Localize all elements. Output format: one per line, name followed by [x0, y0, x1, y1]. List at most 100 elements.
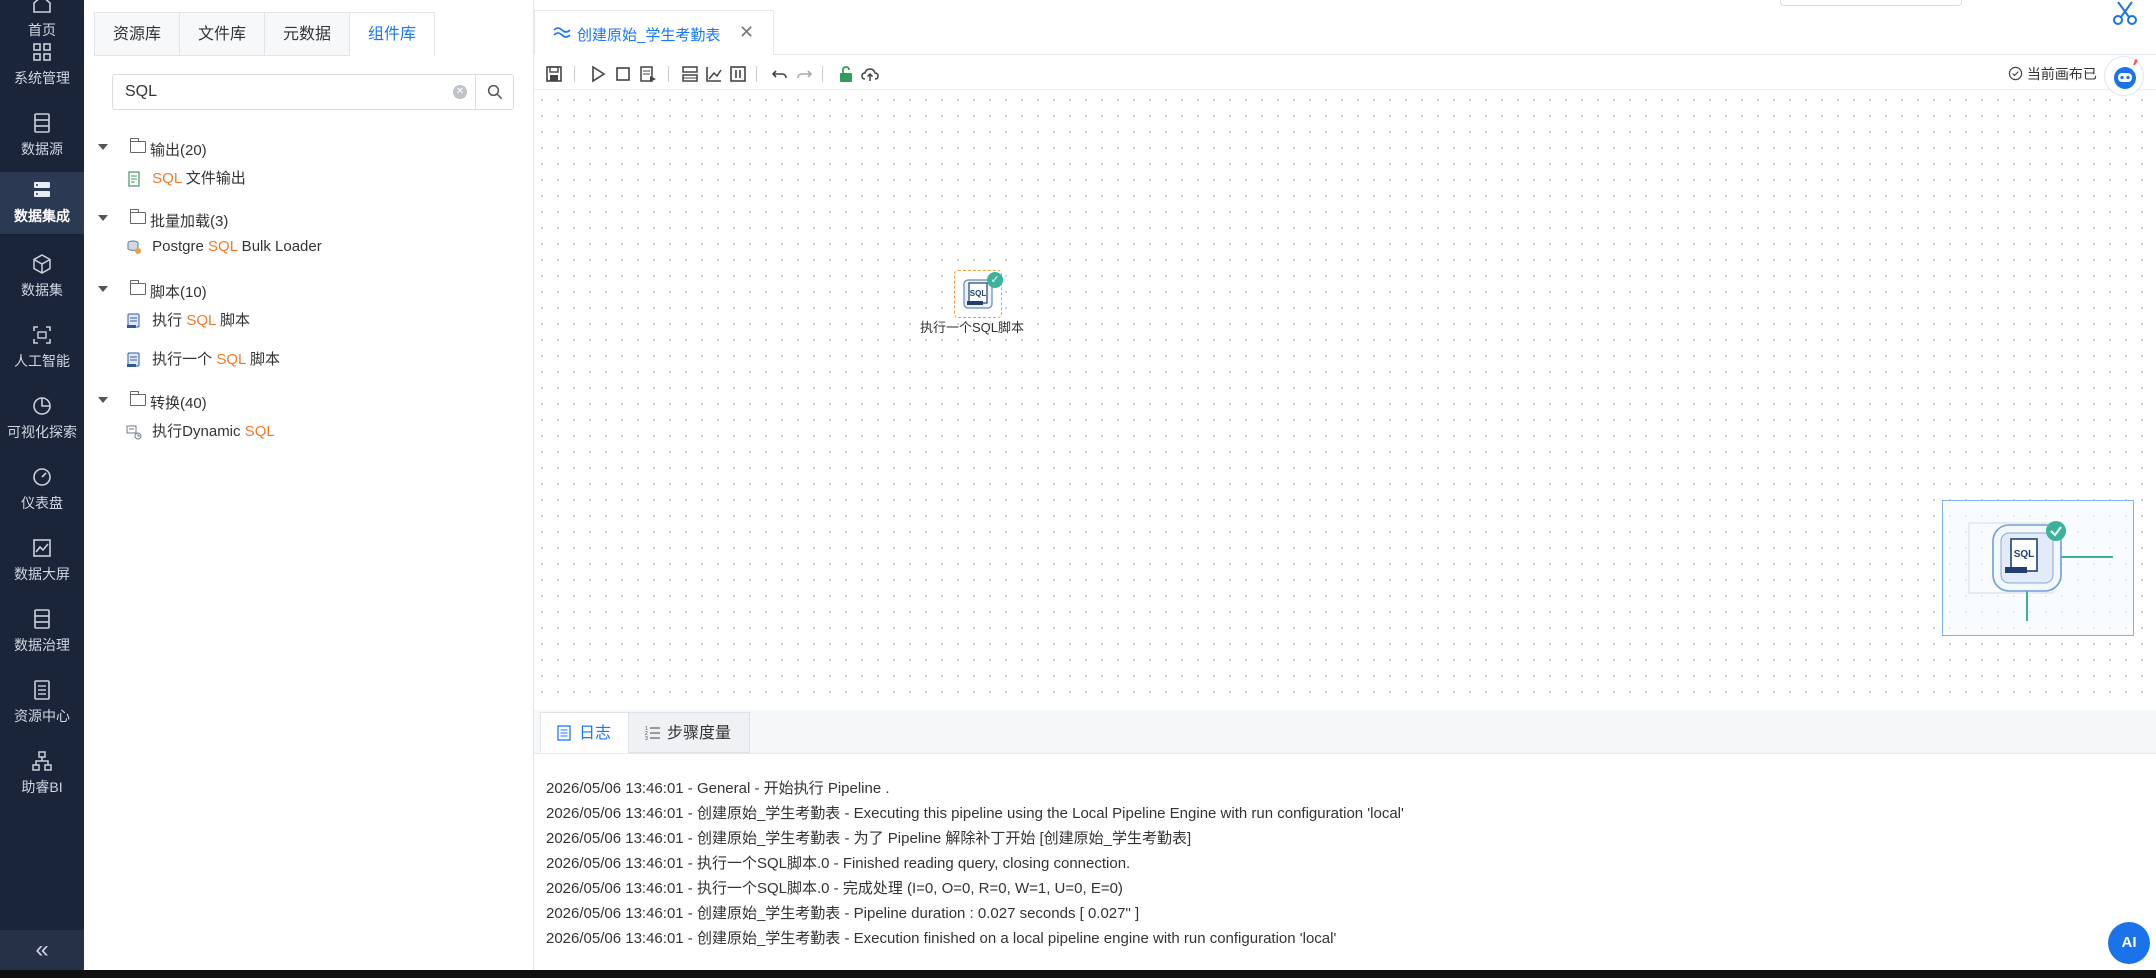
document-tabs: 创建原始_学生考勤表 ✕ [534, 10, 2156, 55]
tree-leaf-postgre-bulk-loader[interactable]: Postgre SQL Bulk Loader [126, 238, 322, 264]
svg-text:3: 3 [645, 736, 648, 741]
leaf-label-pre: Postgre [152, 238, 209, 255]
log-icon [557, 725, 571, 741]
tab-log-label: 日志 [579, 725, 612, 742]
database-icon [34, 113, 50, 133]
org-tree-icon [32, 751, 52, 771]
nav-item-resource-center[interactable]: 资源中心 [0, 672, 84, 734]
save-icon[interactable] [544, 64, 564, 84]
redo-icon[interactable] [794, 64, 814, 84]
chevron-down-icon[interactable] [98, 286, 108, 292]
folder-icon [130, 280, 146, 295]
nav-item-bigscreen[interactable]: 数据大屏 [0, 530, 84, 592]
leaf-label-post: 脚本 [215, 312, 250, 329]
ai-button[interactable]: AI [2108, 922, 2150, 964]
leaf-label-highlight: SQL [244, 423, 275, 440]
pipeline-icon [553, 27, 571, 38]
search-icon [487, 84, 503, 100]
tree-group-label: 输出(20) [150, 142, 207, 159]
pipeline-canvas[interactable]: SQL ✓ 执行一个SQL脚本 SQL [534, 92, 2156, 704]
canvas-status-label: 当前画布已 [2026, 66, 2097, 82]
tree-leaf-sql-file-output[interactable]: SQL 文件输出 [126, 167, 246, 193]
minimap-icon-text: SQL [2014, 549, 2035, 560]
run-icon[interactable] [588, 64, 608, 84]
close-icon[interactable]: ✕ [739, 22, 754, 43]
list-box-icon [34, 609, 50, 629]
tree-leaf-exec-dynamic-sql[interactable]: 执行Dynamic SQL [126, 420, 275, 446]
metrics-icon[interactable] [704, 64, 724, 84]
gauge-icon [33, 468, 51, 486]
leaf-label-highlight: SQL [216, 351, 246, 368]
search-button[interactable] [475, 75, 513, 109]
app-root: 首页 系统管理 数据源 数据集成 数据集 人工智能 可视化探索 仪表盘 数据大屏… [0, 0, 2156, 978]
chevron-down-icon[interactable] [98, 144, 108, 150]
canvas-minimap[interactable]: SQL [1942, 500, 2134, 636]
chevron-down-icon[interactable] [98, 215, 108, 221]
pipeline-step-label: 执行一个SQL脚本 [920, 320, 1025, 335]
undo-icon[interactable] [770, 64, 790, 84]
nav-item-datasource[interactable]: 数据源 [0, 105, 84, 167]
nav-item-bi[interactable]: 助睿BI [0, 743, 84, 805]
assistant-button[interactable] [2104, 56, 2144, 96]
minimap-step-icon: SQL [1968, 521, 2113, 621]
leaf-label-highlight: SQL [152, 170, 182, 187]
search-input[interactable] [113, 75, 475, 109]
leaf-label-pre: 执行Dynamic [152, 423, 245, 440]
ai-scan-icon [33, 326, 51, 344]
tab-metadata[interactable]: 元数据 [264, 12, 350, 56]
chat-assistant-icon [2114, 59, 2138, 89]
leaf-label-post: 文件输出 [181, 170, 246, 187]
nav-item-dataset[interactable]: 数据集 [0, 246, 84, 308]
clear-icon[interactable]: ✕ [453, 85, 467, 99]
nav-collapse-button[interactable]: « [0, 930, 84, 970]
step-icon-text: SQL [970, 289, 987, 298]
leaf-label-highlight: SQL [186, 312, 216, 329]
tab-log[interactable]: 日志 [540, 712, 631, 753]
scissors-icon[interactable] [2112, 0, 2138, 26]
tab-component-repo[interactable]: 组件库 [349, 12, 436, 56]
grid-view-icon[interactable] [728, 64, 748, 84]
nav-item-ai[interactable]: 人工智能 [0, 317, 84, 379]
stop-icon[interactable] [613, 64, 633, 84]
tree-leaf-exec-sql-script[interactable]: 执行 SQL 脚本 [126, 309, 250, 335]
script-icon [127, 313, 140, 329]
nav-item-label: 人工智能 [14, 353, 70, 369]
folder-icon [130, 391, 146, 406]
doc-tab-pipeline[interactable]: 创建原始_学生考勤表 ✕ [534, 10, 774, 55]
canvas-status: 当前画布已 [2008, 64, 2097, 84]
nav-item-visual-explore[interactable]: 可视化探索 [0, 388, 84, 450]
tree-group-label: 批量加载(3) [150, 213, 229, 230]
panel-tabs: 资源库 文件库 元数据 组件库 [94, 12, 436, 56]
nav-item-system[interactable]: 系统管理 [0, 34, 84, 96]
top-search-box[interactable] [1780, 0, 1962, 6]
log-tabs: 日志 123 步骤度量 [534, 710, 2156, 754]
unlock-icon[interactable] [836, 64, 856, 84]
pie-icon [33, 397, 51, 415]
bulk-loader-icon [127, 240, 141, 255]
leaf-label-post: Bulk Loader [237, 238, 322, 255]
pipeline-editor: 创建原始_学生考勤表 ✕ 当前画布已 SQL ✓ 执行一个SQL脚本 SQL 日… [534, 0, 2156, 970]
line-chart-icon [33, 539, 51, 557]
numbered-list-icon: 123 [645, 726, 660, 741]
nav-item-integration[interactable]: 数据集成 [0, 172, 84, 234]
nav-item-label: 助睿BI [21, 779, 63, 795]
preview-icon[interactable] [638, 64, 658, 84]
chevron-down-icon[interactable] [98, 397, 108, 403]
tree-leaf-exec-one-sql-script[interactable]: 执行一个 SQL 脚本 [126, 348, 280, 374]
nav-item-dashboard[interactable]: 仪表盘 [0, 459, 84, 521]
tab-file-repo[interactable]: 文件库 [179, 12, 265, 56]
toolbar-divider [822, 66, 823, 82]
nav-item-label: 可视化探索 [7, 424, 77, 440]
bottom-edge [0, 970, 2156, 978]
tree-group-label: 脚本(10) [150, 284, 207, 301]
nav-item-governance[interactable]: 数据治理 [0, 601, 84, 663]
book-icon [34, 680, 50, 700]
tab-step-metrics[interactable]: 123 步骤度量 [628, 712, 751, 753]
home-icon [33, 0, 51, 13]
nav-item-label: 系统管理 [14, 70, 70, 86]
upload-cloud-icon[interactable] [860, 64, 880, 84]
align-icon[interactable] [680, 64, 700, 84]
tab-resource-repo[interactable]: 资源库 [94, 12, 180, 56]
log-line: 2026/05/06 13:46:01 - 执行一个SQL脚本.0 - 完成处理… [546, 880, 1123, 897]
leaf-label-pre: 执行一个 [152, 351, 217, 368]
